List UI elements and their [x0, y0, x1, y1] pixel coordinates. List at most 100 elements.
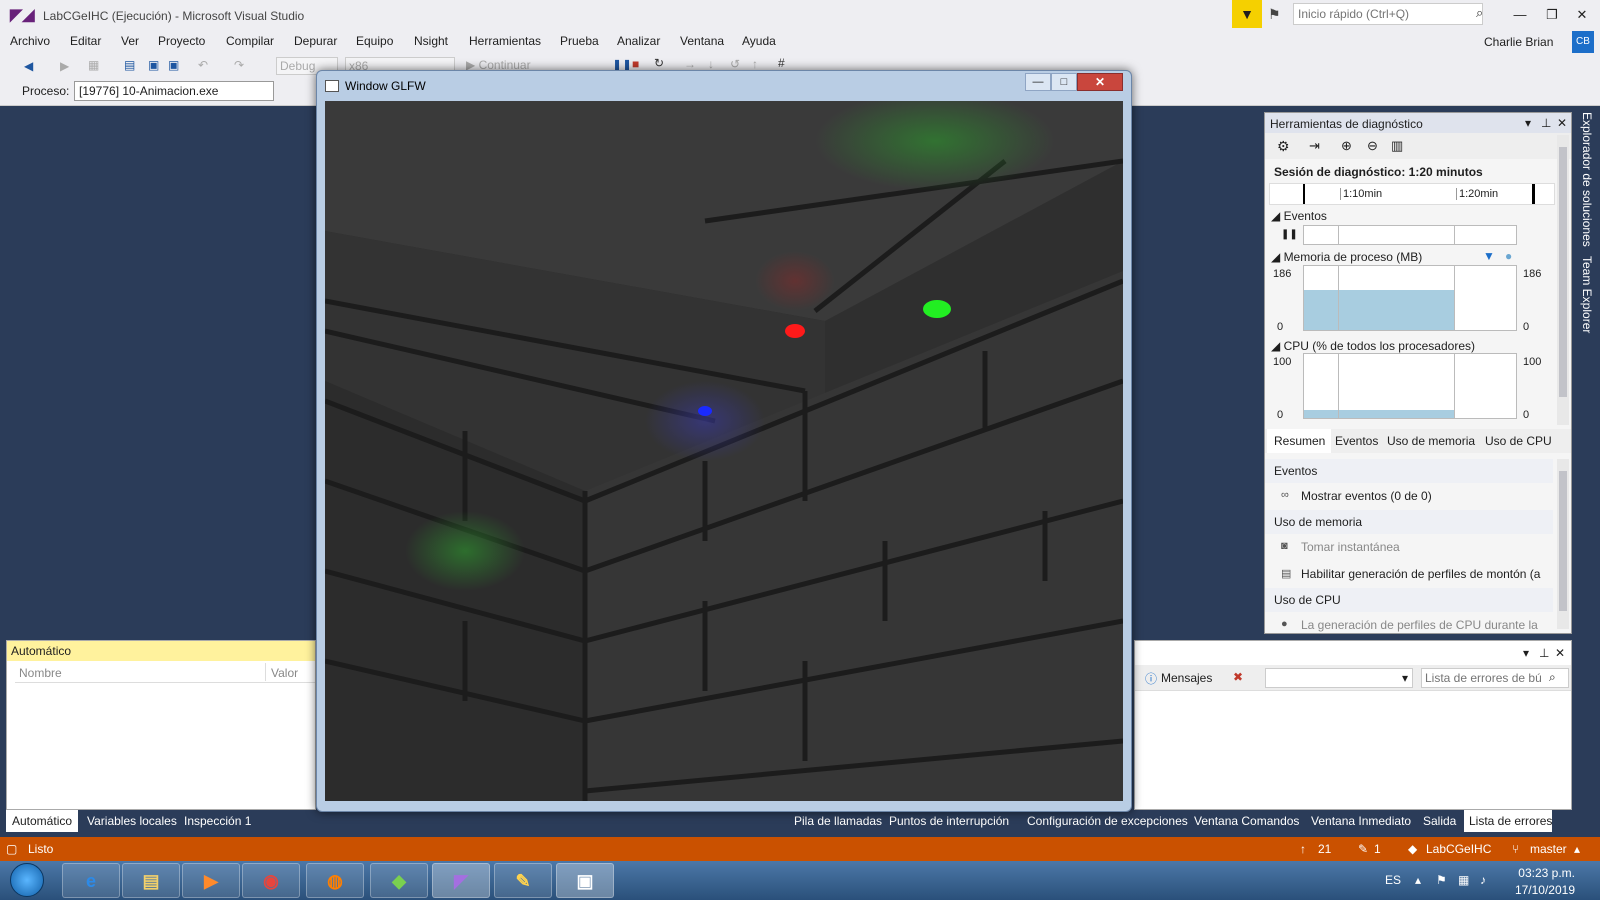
tab-inspeccion-1[interactable]: Inspección 1: [184, 814, 251, 828]
export-icon[interactable]: ⇥: [1309, 138, 1320, 154]
menu-ver[interactable]: Ver: [121, 34, 139, 48]
flag-icon[interactable]: ⚑: [1436, 873, 1447, 887]
clock-time[interactable]: 03:23 p.m.: [1515, 866, 1575, 880]
chevron-up-icon[interactable]: ▴: [1415, 873, 1421, 887]
chrome-icon[interactable]: ◉: [242, 863, 300, 898]
search-icon[interactable]: ⌕: [1476, 5, 1483, 21]
feedback-icon[interactable]: ⚑: [1268, 6, 1281, 23]
redo-icon[interactable]: ↷: [234, 58, 244, 72]
zoom-in-icon[interactable]: ⊕: [1341, 138, 1352, 154]
blender-icon[interactable]: ◍: [306, 863, 364, 898]
clock-date[interactable]: 17/10/2019: [1505, 883, 1575, 897]
chevron-up-icon[interactable]: ▴: [1574, 842, 1580, 856]
menu-prueba[interactable]: Prueba: [560, 34, 599, 48]
take-snapshot-link[interactable]: Tomar instantánea: [1301, 540, 1400, 554]
menu-analizar[interactable]: Analizar: [617, 34, 660, 48]
back-icon[interactable]: ◀: [24, 59, 33, 73]
tab-automatico[interactable]: Automático: [12, 814, 72, 828]
step-over-icon[interactable]: →: [684, 57, 696, 71]
close-icon[interactable]: ✕: [1570, 4, 1594, 26]
glfw-window[interactable]: Window GLFW — □ ✕: [316, 70, 1132, 812]
messages-filter[interactable]: Mensajes: [1161, 671, 1212, 685]
internet-explorer-icon[interactable]: e: [62, 863, 120, 898]
zoom-out-icon[interactable]: ⊖: [1367, 138, 1378, 154]
process-select[interactable]: [19776] 10-Animacion.exe: [74, 81, 274, 101]
chevron-down-icon[interactable]: ▾: [1523, 646, 1529, 660]
tab-configuracion-excepciones[interactable]: Configuración de excepciones: [1027, 814, 1188, 828]
repo-icon[interactable]: ◆: [1408, 842, 1417, 856]
stop-icon[interactable]: ■: [632, 57, 639, 71]
tab-team-explorer[interactable]: Team Explorer: [1580, 256, 1594, 333]
clear-filter-icon[interactable]: ✖: [1233, 670, 1243, 684]
close-icon[interactable]: ✕: [1077, 73, 1123, 91]
tab-puntos-interrupcion[interactable]: Puntos de interrupción: [889, 814, 1009, 828]
undo-icon[interactable]: ↶: [198, 58, 208, 72]
column-nombre[interactable]: Nombre: [19, 666, 62, 680]
minimize-icon[interactable]: —: [1025, 73, 1051, 91]
menu-compilar[interactable]: Compilar: [226, 34, 274, 48]
tab-uso-cpu[interactable]: Uso de CPU: [1485, 434, 1552, 448]
menu-editar[interactable]: Editar: [70, 34, 101, 48]
glfw-window-taskbar-icon[interactable]: ▣: [556, 863, 614, 898]
push-arrow-icon[interactable]: ↑: [1300, 842, 1306, 856]
reset-view-icon[interactable]: ▥: [1391, 138, 1403, 154]
memory-section-title[interactable]: ◢ Memoria de proceso (MB): [1271, 250, 1422, 264]
network-icon[interactable]: ▦: [1458, 873, 1469, 887]
events-section-title[interactable]: ◢ Eventos: [1271, 209, 1327, 223]
scope-select[interactable]: ▾: [1265, 668, 1413, 688]
tab-salida[interactable]: Salida: [1423, 814, 1456, 828]
cpu-chart[interactable]: [1303, 353, 1517, 419]
avatar[interactable]: CB: [1572, 31, 1594, 53]
file-explorer-icon[interactable]: ▤: [122, 863, 180, 898]
volume-icon[interactable]: ♪: [1480, 873, 1486, 887]
close-icon[interactable]: ✕: [1557, 116, 1567, 130]
timeline-start-handle[interactable]: [1303, 184, 1305, 204]
save-icon[interactable]: ▣: [148, 58, 159, 72]
column-valor[interactable]: Valor: [271, 666, 298, 680]
hex-display-icon[interactable]: #: [778, 56, 785, 70]
tab-variables-locales[interactable]: Variables locales: [87, 814, 177, 828]
menu-nsight[interactable]: Nsight: [414, 34, 448, 48]
visual-studio-taskbar-icon[interactable]: ◤: [432, 863, 490, 898]
step-out-icon[interactable]: ↑: [752, 57, 758, 71]
input-language[interactable]: ES: [1385, 873, 1401, 887]
menu-proyecto[interactable]: Proyecto: [158, 34, 205, 48]
new-project-icon[interactable]: ▦: [88, 58, 99, 72]
step-into-icon[interactable]: ↓: [708, 57, 714, 71]
step-back-icon[interactable]: ↺: [730, 57, 740, 71]
filter-icon[interactable]: ▼: [1232, 0, 1262, 28]
show-events-link[interactable]: Mostrar eventos (0 de 0): [1301, 489, 1432, 503]
tab-ventana-comandos[interactable]: Ventana Comandos: [1194, 814, 1299, 828]
pause-icon[interactable]: ❚❚: [1281, 229, 1298, 240]
menu-equipo[interactable]: Equipo: [356, 34, 393, 48]
diag-summary-scrollbar[interactable]: [1557, 459, 1569, 629]
branch-icon[interactable]: ⑂: [1512, 842, 1519, 856]
close-icon[interactable]: ✕: [1555, 646, 1565, 660]
tab-ventana-inmediato[interactable]: Ventana Inmediato: [1311, 814, 1411, 828]
gear-icon[interactable]: ⚙: [1277, 138, 1290, 155]
pencil-icon[interactable]: ✎: [1358, 842, 1368, 856]
timeline-end-handle[interactable]: [1532, 184, 1535, 204]
error-search-input[interactable]: [1421, 668, 1569, 688]
pin-icon[interactable]: ⊥: [1539, 646, 1549, 660]
heap-profiling-link[interactable]: Habilitar generación de perfiles de mont…: [1301, 567, 1541, 581]
render-viewport[interactable]: [325, 101, 1123, 801]
repo-name[interactable]: LabCGeIHC: [1426, 842, 1491, 856]
media-player-icon[interactable]: ▶: [182, 863, 240, 898]
maximize-icon[interactable]: □: [1051, 73, 1077, 91]
forward-icon[interactable]: ▶: [60, 59, 69, 73]
session-timeline[interactable]: 1:10min 1:20min: [1269, 183, 1555, 205]
user-name[interactable]: Charlie Brian: [1484, 35, 1553, 49]
tab-explorador-soluciones[interactable]: Explorador de soluciones: [1580, 112, 1594, 247]
menu-ayuda[interactable]: Ayuda: [742, 34, 776, 48]
app-icon[interactable]: ◆: [370, 863, 428, 898]
menu-archivo[interactable]: Archivo: [10, 34, 50, 48]
tab-eventos[interactable]: Eventos: [1335, 434, 1378, 448]
branch-name[interactable]: master: [1530, 842, 1567, 856]
save-all-icon[interactable]: ▣: [168, 58, 179, 72]
open-folder-icon[interactable]: ▤: [124, 58, 135, 72]
pin-icon[interactable]: ⊥: [1541, 116, 1551, 130]
minimize-icon[interactable]: —: [1508, 4, 1532, 26]
restore-icon[interactable]: ❐: [1540, 4, 1564, 26]
start-button[interactable]: [10, 863, 44, 897]
